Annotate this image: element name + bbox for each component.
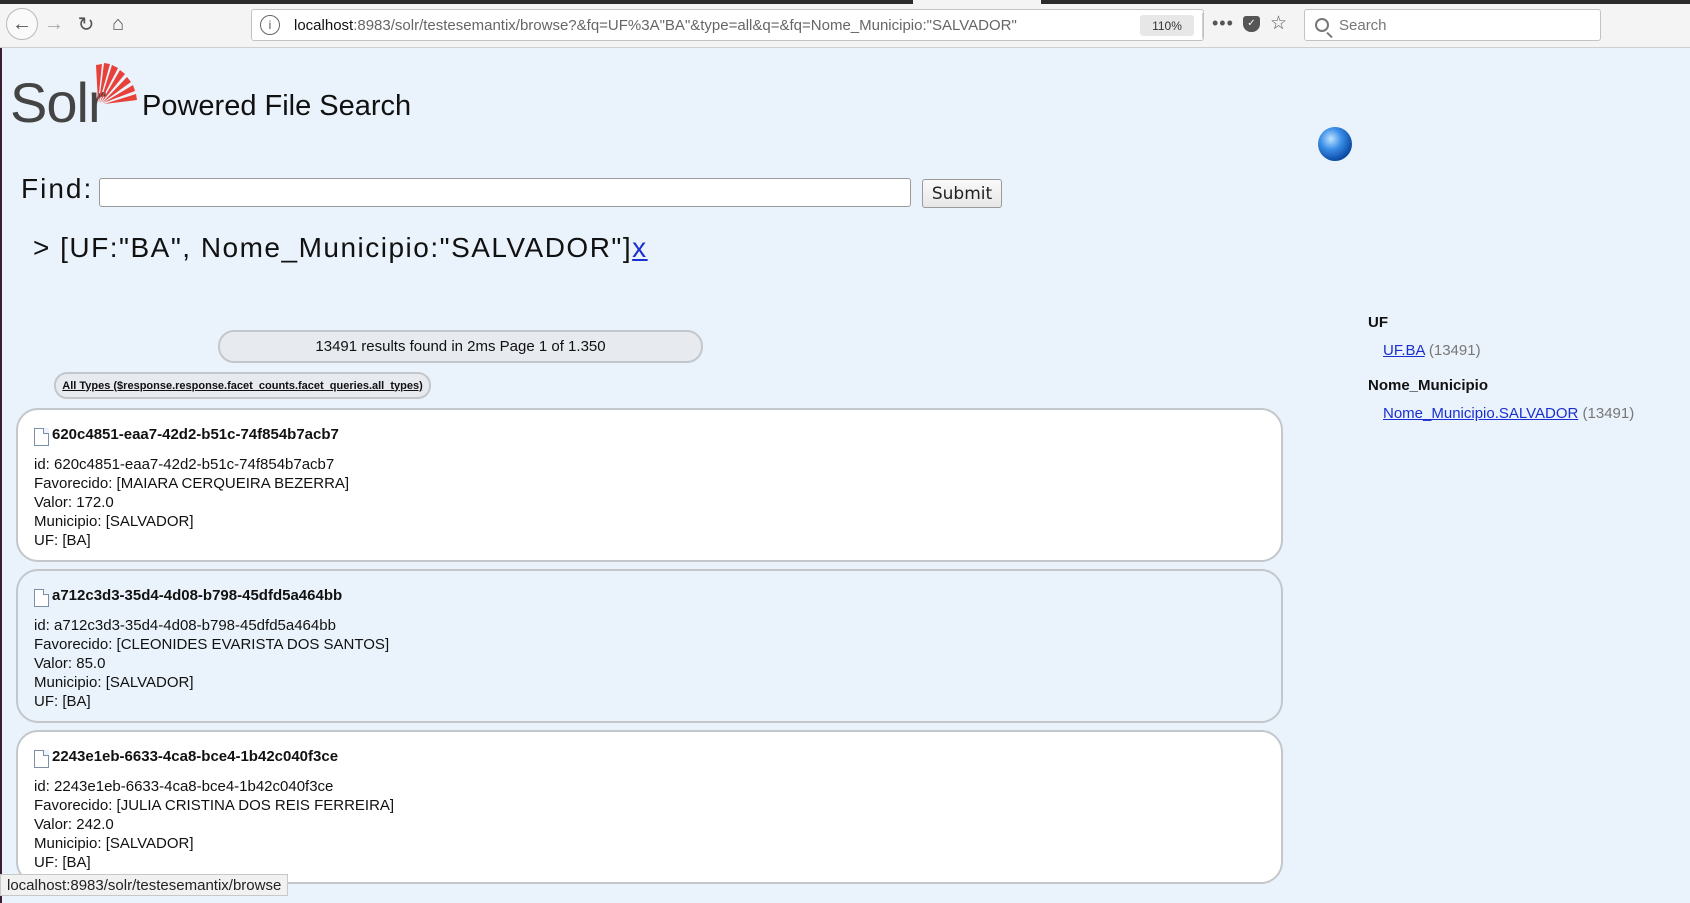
bookmark-star-icon[interactable]: ☆ <box>1270 12 1287 35</box>
filter-prefix: > <box>33 232 61 263</box>
filter-text: [UF:"BA", Nome_Municipio:"SALVADOR"] <box>60 232 633 263</box>
doc-title-text[interactable]: a712c3d3-35d4-4d08-b798-45dfd5a464bb <box>52 586 342 605</box>
back-arrow-icon[interactable]: ← <box>6 8 38 40</box>
doc-title[interactable]: 620c4851-eaa7-42d2-b51c-74f854b7acb7 <box>34 422 1265 446</box>
doc-id: id: 620c4851-eaa7-42d2-b51c-74f854b7acb7 <box>34 456 335 473</box>
facet-link[interactable]: UF.BA <box>1383 342 1425 359</box>
active-tab[interactable] <box>913 0 1041 4</box>
doc-title-text[interactable]: 620c4851-eaa7-42d2-b51c-74f854b7acb7 <box>52 425 339 444</box>
browser-search-bar[interactable]: Search <box>1304 9 1601 41</box>
solr-sunburst-icon <box>96 63 137 104</box>
browser-toolbar: ← → ↻ ⌂ i localhost:8983/solr/testeseman… <box>0 0 1690 48</box>
address-bar[interactable]: i localhost:8983/solr/testesemantix/brow… <box>251 9 1287 41</box>
doc-title[interactable]: 2243e1eb-6633-4ca8-bce4-1b42c040f3ce <box>34 744 1265 768</box>
document-icon <box>34 589 49 607</box>
page-title: Powered File Search <box>142 90 412 122</box>
doc-valor: Valor: 85.0 <box>34 655 106 672</box>
search-icon <box>1315 18 1329 32</box>
result-doc: a712c3d3-35d4-4d08-b798-45dfd5a464bb id:… <box>16 569 1283 723</box>
globe-icon[interactable] <box>1318 127 1352 161</box>
submit-button[interactable]: Submit <box>922 179 1002 208</box>
bottom-strip <box>1520 896 1690 903</box>
link-status-bar: localhost:8983/solr/testesemantix/browse <box>0 874 289 896</box>
facet-heading-uf: UF <box>1368 314 1388 331</box>
doc-id: id: a712c3d3-35d4-4d08-b798-45dfd5a464bb <box>34 617 336 634</box>
find-input[interactable] <box>99 178 911 207</box>
facet-item-municipio-salvador[interactable]: Nome_Municipio.SALVADOR (13491) <box>1383 405 1668 422</box>
url-host: localhost <box>294 16 354 34</box>
doc-favorecido: Favorecido: [MAIARA CERQUEIRA BEZERRA] <box>34 475 350 492</box>
facet-count: (13491) <box>1582 405 1635 422</box>
results-summary: 13491 results found in 2ms Page 1 of 1.3… <box>218 330 703 363</box>
document-icon <box>34 428 49 446</box>
forward-arrow-icon[interactable]: → <box>40 10 68 38</box>
info-icon[interactable]: i <box>260 15 280 35</box>
home-icon[interactable]: ⌂ <box>104 10 132 38</box>
reload-icon[interactable]: ↻ <box>72 10 100 38</box>
logo-text: Solr <box>10 71 107 134</box>
result-doc: 2243e1eb-6633-4ca8-bce4-1b42c040f3ce id:… <box>16 730 1283 884</box>
doc-favorecido: Favorecido: [JULIA CRISTINA DOS REIS FER… <box>34 797 395 814</box>
all-types-link[interactable]: All Types ($response.response.facet_coun… <box>62 380 423 392</box>
doc-favorecido: Favorecido: [CLEONIDES EVARISTA DOS SANT… <box>34 636 390 653</box>
pocket-icon[interactable]: ✓ <box>1243 16 1260 32</box>
doc-municipio: Municipio: [SALVADOR] <box>34 513 194 530</box>
url-text[interactable]: localhost:8983/solr/testesemantix/browse… <box>294 17 1017 34</box>
zoom-level-badge[interactable]: 110% <box>1140 15 1194 36</box>
all-types-tab[interactable]: All Types ($response.response.facet_coun… <box>54 372 431 399</box>
doc-valor: Valor: 172.0 <box>34 494 114 511</box>
remove-filter-link[interactable]: x <box>632 232 648 263</box>
doc-uf: UF: [BA] <box>34 693 91 710</box>
doc-id: id: 2243e1eb-6633-4ca8-bce4-1b42c040f3ce <box>34 778 334 795</box>
facet-link[interactable]: Nome_Municipio.SALVADOR <box>1383 405 1578 422</box>
doc-uf: UF: [BA] <box>34 854 91 871</box>
document-icon <box>34 750 49 768</box>
doc-municipio: Municipio: [SALVADOR] <box>34 835 194 852</box>
facet-heading-municipio: Nome_Municipio <box>1368 377 1489 394</box>
find-label: Find: <box>21 173 94 204</box>
result-doc: 620c4851-eaa7-42d2-b51c-74f854b7acb7 id:… <box>16 408 1283 562</box>
url-path: :8983/solr/testesemantix/browse?&fq=UF%3… <box>353 16 1017 34</box>
search-placeholder: Search <box>1339 16 1387 34</box>
doc-title[interactable]: a712c3d3-35d4-4d08-b798-45dfd5a464bb <box>34 583 1265 607</box>
tab-strip <box>0 0 1690 4</box>
facet-item-uf-ba[interactable]: UF.BA (13491) <box>1383 342 1668 359</box>
doc-municipio: Municipio: [SALVADOR] <box>34 674 194 691</box>
solr-logo[interactable]: Solr <box>10 55 138 134</box>
window-edge <box>0 48 2 903</box>
facets-sidebar: UF UF.BA (13491) Nome_Municipio Nome_Mun… <box>1368 314 1668 440</box>
doc-uf: UF: [BA] <box>34 532 91 549</box>
doc-title-text[interactable]: 2243e1eb-6633-4ca8-bce4-1b42c040f3ce <box>52 747 338 766</box>
doc-valor: Valor: 242.0 <box>34 816 114 833</box>
active-filters: > [UF:"BA", Nome_Municipio:"SALVADOR"]x <box>33 232 648 264</box>
divider <box>1202 13 1203 38</box>
facet-count: (13491) <box>1428 342 1481 359</box>
page-actions-icon[interactable]: ••• <box>1212 13 1234 34</box>
